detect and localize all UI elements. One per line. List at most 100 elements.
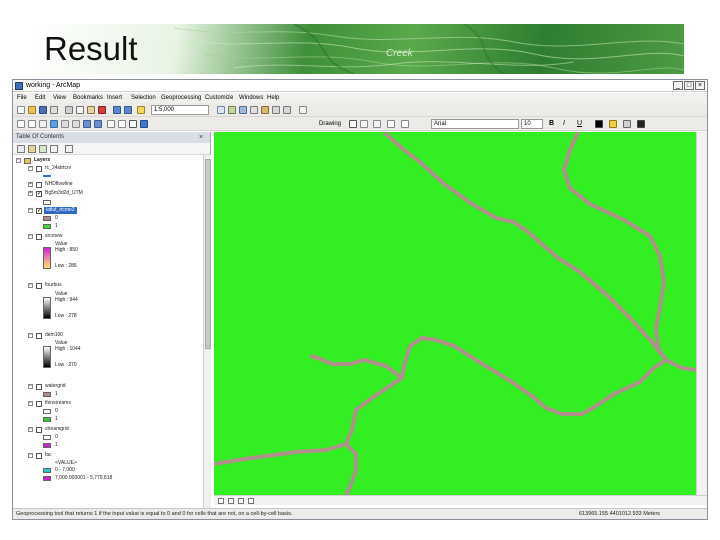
rectangle-icon[interactable] (373, 120, 381, 128)
forward-extent-icon[interactable] (94, 120, 102, 128)
catalog-window-icon[interactable] (239, 106, 247, 114)
toc-close-button[interactable]: × (199, 133, 203, 142)
menu-view[interactable]: View (53, 93, 66, 103)
map-scale-field[interactable]: 1:5,000 (151, 105, 209, 115)
menu-insert[interactable]: Insert (107, 93, 122, 103)
menu-selection[interactable]: Selection (131, 93, 156, 103)
menu-file[interactable]: File (17, 93, 27, 103)
copy-icon[interactable] (76, 106, 84, 114)
expand-toggle[interactable]: − (28, 208, 33, 213)
expand-toggle[interactable]: − (28, 384, 33, 389)
menu-geoprocessing[interactable]: Geoprocessing (161, 93, 201, 103)
expand-toggle[interactable]: − (28, 401, 33, 406)
restore-button[interactable]: □ (684, 81, 694, 90)
full-extent-icon[interactable] (50, 120, 58, 128)
toc-window-icon[interactable] (228, 106, 236, 114)
layer-name[interactable]: streamgrid (45, 426, 69, 433)
toc-options-icon[interactable] (65, 145, 73, 153)
menu-help[interactable]: Help (267, 93, 279, 103)
expand-toggle[interactable]: − (28, 453, 33, 458)
data-view-icon[interactable] (218, 498, 224, 504)
minimize-button[interactable]: _ (673, 81, 683, 90)
pan-icon[interactable] (39, 120, 47, 128)
line-color-icon[interactable] (623, 120, 631, 128)
drawing-select-icon[interactable] (349, 120, 357, 128)
new-text-icon[interactable] (387, 120, 395, 128)
layer-name[interactable]: NHDflowline (45, 181, 73, 188)
bold-button[interactable]: B (549, 119, 554, 129)
font-color-icon[interactable] (595, 120, 603, 128)
modelbuilder-icon[interactable] (283, 106, 291, 114)
python-window-icon[interactable] (272, 106, 280, 114)
menu-edit[interactable]: Edit (35, 93, 45, 103)
identify-icon[interactable] (140, 120, 148, 128)
toc-scroll-thumb[interactable] (205, 159, 211, 349)
cut-icon[interactable] (65, 106, 73, 114)
font-style-icon[interactable] (401, 120, 409, 128)
expand-toggle[interactable]: + (28, 191, 33, 196)
layer-name[interactable]: Bg5m3d2d_UTM (45, 190, 83, 197)
editor-toolbar-icon[interactable] (217, 106, 225, 114)
expand-toggle[interactable]: − (16, 158, 21, 163)
layer-name[interactable]: rc_24strtcrv (45, 165, 71, 172)
list-by-source-icon[interactable] (28, 145, 36, 153)
layer-visibility-checkbox[interactable]: ✓ (36, 208, 42, 214)
menu-customize[interactable]: Customize (205, 93, 233, 103)
new-document-icon[interactable] (17, 106, 25, 114)
layer-visibility-checkbox[interactable] (36, 166, 42, 172)
undo-icon[interactable] (113, 106, 121, 114)
list-by-visibility-icon[interactable] (39, 145, 47, 153)
expand-toggle[interactable]: − (28, 283, 33, 288)
close-button[interactable]: × (695, 81, 705, 90)
layer-visibility-checkbox[interactable] (36, 182, 42, 188)
layers-root-label[interactable]: Layers (34, 157, 50, 164)
select-elements-icon[interactable] (129, 120, 137, 128)
help-icon[interactable] (299, 106, 307, 114)
marker-color-icon[interactable] (637, 120, 645, 128)
layer-visibility-checkbox[interactable] (36, 234, 42, 240)
save-icon[interactable] (39, 106, 47, 114)
paste-icon[interactable] (87, 106, 95, 114)
menu-bookmarks[interactable]: Bookmarks (73, 93, 103, 103)
fill-color-icon[interactable] (609, 120, 617, 128)
redo-icon[interactable] (124, 106, 132, 114)
layer-visibility-checkbox[interactable]: ✓ (36, 191, 42, 197)
arctoolbox-icon[interactable] (261, 106, 269, 114)
layer-visibility-checkbox[interactable] (36, 427, 42, 433)
layer-name[interactable]: watergrid (45, 383, 66, 390)
layer-visibility-checkbox[interactable] (36, 283, 42, 289)
layer-name[interactable]: fac (45, 452, 52, 459)
layer-name[interactable]: srcrnew (45, 233, 63, 240)
back-extent-icon[interactable] (83, 120, 91, 128)
layer-name[interactable]: dem100 (45, 332, 63, 339)
font-name-field[interactable]: Arial (431, 119, 519, 129)
clear-selection-icon[interactable] (118, 120, 126, 128)
expand-toggle[interactable]: − (28, 234, 33, 239)
font-size-field[interactable]: 10 (521, 119, 543, 129)
pause-drawing-icon[interactable] (248, 498, 254, 504)
underline-button[interactable]: U (577, 119, 582, 129)
drawing-menu[interactable]: Drawing (319, 119, 341, 129)
fixed-zoom-out-icon[interactable] (72, 120, 80, 128)
select-features-icon[interactable] (107, 120, 115, 128)
layout-view-icon[interactable] (228, 498, 234, 504)
search-window-icon[interactable] (250, 106, 258, 114)
refresh-view-icon[interactable] (238, 498, 244, 504)
expand-toggle[interactable]: − (28, 166, 33, 171)
layer-name[interactable]: fourbus (45, 282, 62, 289)
layer-visibility-checkbox[interactable] (36, 453, 42, 459)
zoom-out-icon[interactable] (28, 120, 36, 128)
layer-visibility-checkbox[interactable] (36, 401, 42, 407)
expand-toggle[interactable]: − (28, 427, 33, 432)
layer-visibility-checkbox[interactable] (36, 333, 42, 339)
delete-icon[interactable] (98, 106, 106, 114)
print-icon[interactable] (50, 106, 58, 114)
open-folder-icon[interactable] (28, 106, 36, 114)
title-bar[interactable]: working - ArcMap _ □ × (13, 80, 707, 92)
layer-name[interactable]: thinstreams (45, 400, 71, 407)
menu-windows[interactable]: Windows (239, 93, 263, 103)
add-data-icon[interactable] (137, 106, 145, 114)
layer-name-selected[interactable]: latlut_rtcme2 (44, 207, 77, 214)
italic-button[interactable]: I (563, 119, 565, 129)
layer-visibility-checkbox[interactable] (36, 384, 42, 390)
